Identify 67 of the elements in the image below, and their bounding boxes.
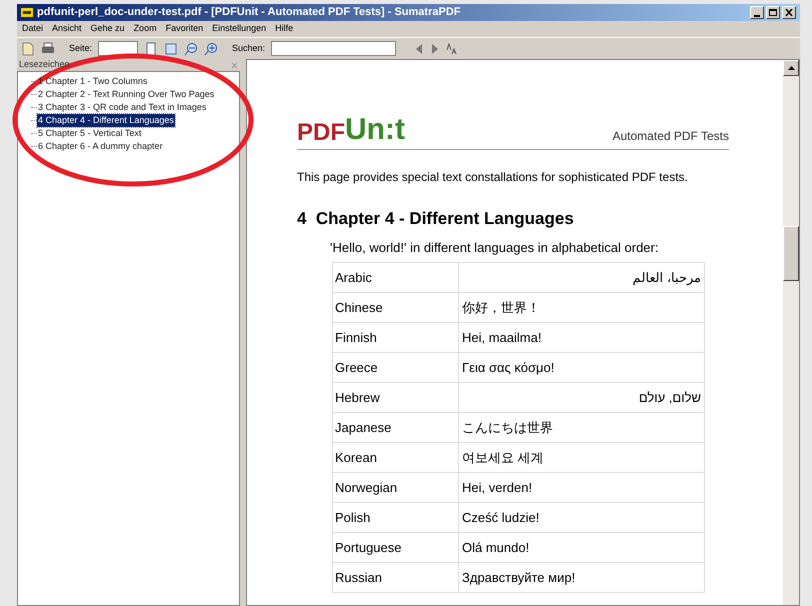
logo-text: PDF xyxy=(297,121,345,145)
table-cell: Hebrew xyxy=(332,382,458,412)
lead-paragraph: 'Hello, world!' in different languages in alphabetical order: xyxy=(330,238,660,257)
bookmark-item[interactable]: 2 Chapter 2 - Text Running Over Two Pages xyxy=(37,88,216,102)
sidebar-title: Lesezeichen xyxy=(19,58,70,72)
search-label: Suchen: xyxy=(232,42,266,55)
menu-item[interactable]: Ansicht xyxy=(51,22,83,36)
table-cell: Γεια σας κόσμο! xyxy=(458,352,704,382)
table-cell: Norwegian xyxy=(332,472,458,502)
window-title: pdfunit-perl_doc-under-test.pdf - [PDFUnit - Automated PDF Tests] - SumatraPDF xyxy=(37,5,462,20)
menu-item[interactable]: Einstellungen xyxy=(211,22,268,36)
table-cell: Russian xyxy=(332,562,458,592)
table-cell: Chinese xyxy=(332,292,458,322)
bookmark-item[interactable]: 3 Chapter 3 - QR code and Text in Images xyxy=(37,100,208,114)
menu-item[interactable]: Hilfe xyxy=(274,22,294,36)
close-button[interactable] xyxy=(782,6,796,19)
scroll-up-button[interactable] xyxy=(783,60,799,76)
maximize-button[interactable] xyxy=(766,6,780,19)
table-cell: Korean xyxy=(332,442,458,472)
menu-item[interactable]: Zoom xyxy=(132,22,158,36)
intro-paragraph: This page provides special text constallations for sophisticated PDF tests. xyxy=(297,169,689,186)
page-field[interactable] xyxy=(98,41,138,56)
bookmark-item[interactable]: 5 Chapter 5 - Vertical Text xyxy=(37,126,142,140)
pdf-file-icon xyxy=(21,7,33,18)
fit-page-icon[interactable] xyxy=(164,42,178,56)
vertical-scrollbar[interactable] xyxy=(783,60,799,605)
logo-text: Un:t xyxy=(345,115,405,145)
next-arrow-icon[interactable] xyxy=(430,42,440,54)
header-text: Automated PDF Tests xyxy=(612,128,729,145)
match-case-icon[interactable] xyxy=(446,42,458,54)
table-cell: 你好，世界！ xyxy=(458,292,704,322)
zoom-in-icon[interactable] xyxy=(204,42,218,56)
table-cell: Polish xyxy=(332,502,458,532)
table-cell: שלום, עולם xyxy=(458,382,704,412)
minimize-icon xyxy=(754,15,760,18)
table-cell: Portuguese xyxy=(332,532,458,562)
page-icon[interactable] xyxy=(144,42,158,56)
bookmark-item[interactable]: 1 Chapter 1 - Two Columns xyxy=(37,74,148,88)
page-label: Seite: xyxy=(69,42,92,55)
table-cell: Arabic xyxy=(332,262,458,292)
table-cell: 여보세요 세계 xyxy=(458,442,704,472)
chapter-heading: 4 Chapter 4 - Different Languages xyxy=(297,208,575,230)
table-cell: Cześć ludzie! xyxy=(458,502,704,532)
menu-item[interactable]: Favoriten xyxy=(164,22,204,36)
table-cell: Greece xyxy=(332,352,458,382)
table-cell: Japanese xyxy=(332,412,458,442)
zoom-out-icon[interactable] xyxy=(184,42,198,56)
up-arrow-icon xyxy=(788,66,794,70)
close-icon xyxy=(785,9,793,16)
table-cell: Hei, maailma! xyxy=(458,322,704,352)
maximize-icon xyxy=(769,9,777,16)
table-cell: こんにちは世界 xyxy=(458,412,704,442)
previous-arrow-icon[interactable] xyxy=(414,42,424,54)
menu-item[interactable]: Datei xyxy=(21,22,44,36)
table-cell: Здравствуйте мир! xyxy=(458,562,704,592)
menu-item[interactable]: Gehe zu xyxy=(90,22,126,36)
search-field[interactable] xyxy=(271,41,396,56)
table-cell: Olá mundo! xyxy=(458,532,704,562)
scroll-thumb[interactable] xyxy=(783,226,799,281)
bookmark-item[interactable]: 4 Chapter 4 - Different Languages xyxy=(37,114,175,128)
minimize-button[interactable] xyxy=(750,6,764,19)
table-cell: مرحبا، العالم xyxy=(458,262,704,292)
printer-icon[interactable] xyxy=(41,42,55,56)
open-file-icon[interactable] xyxy=(21,42,35,56)
table-cell: Finnish xyxy=(332,322,458,352)
bookmark-item[interactable]: 6 Chapter 6 - A dummy chapter xyxy=(37,140,164,154)
table-cell: Hei, verden! xyxy=(458,472,704,502)
